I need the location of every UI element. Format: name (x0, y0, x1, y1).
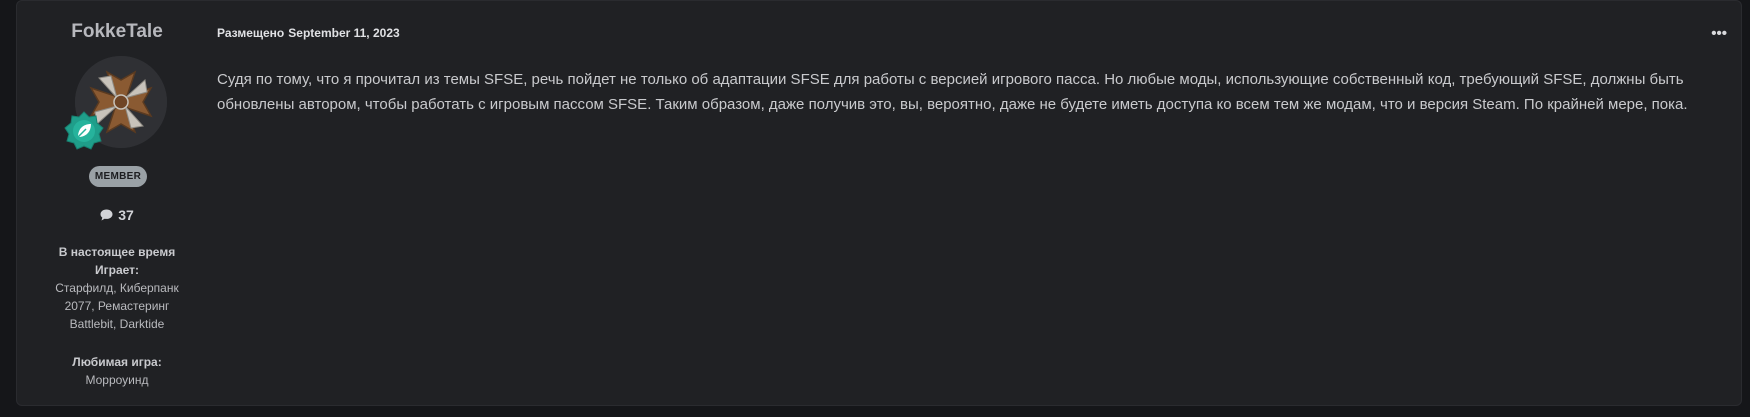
field-label: В настоящее время Играет: (58, 245, 176, 277)
leaf-badge-icon[interactable] (64, 111, 104, 151)
post-body: Судя по тому, что я прочитал из темы SFS… (217, 71, 1688, 113)
posted-prefix: Размещено (217, 26, 285, 40)
post-count[interactable]: 37 (17, 207, 217, 223)
more-options-icon[interactable]: ••• (1711, 25, 1727, 42)
post-date[interactable]: September 11, 2023 (288, 26, 399, 40)
post-meta: Размещено September 11, 2023 (217, 26, 400, 40)
profile-field-now-playing: В настоящее время Играет: Старфилд, Кибе… (55, 243, 179, 333)
comment-icon (100, 209, 113, 221)
forum-post: FokkeTale MEMBER 37 В настоящее время Иг… (16, 0, 1742, 406)
field-value: Морроуинд (85, 373, 149, 387)
author-name[interactable]: FokkeTale (17, 21, 217, 43)
profile-field-favorite-game: Любимая игра: Морроуинд (55, 353, 179, 389)
field-label: Любимая игра: (72, 355, 162, 369)
rank-badge: MEMBER (89, 166, 147, 187)
field-value: Старфилд, Киберпанк 2077, Ремастеринг Ba… (55, 281, 179, 331)
post-count-value: 37 (118, 207, 134, 223)
